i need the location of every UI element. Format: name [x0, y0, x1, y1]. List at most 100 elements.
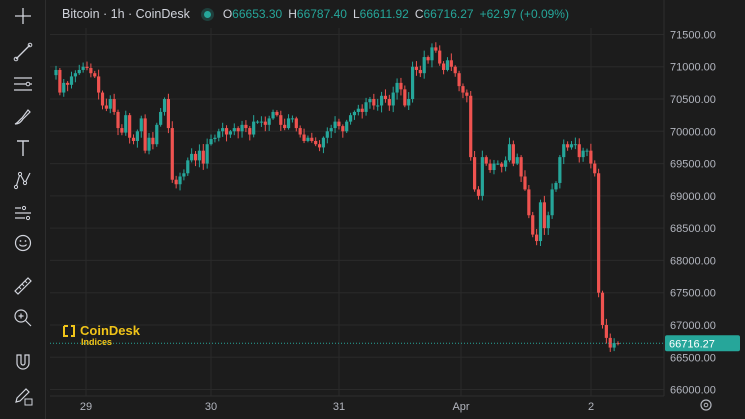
- close-label: C: [414, 7, 424, 21]
- candle-body: [379, 95, 384, 106]
- open-label: O: [222, 7, 233, 21]
- zoom-in-icon[interactable]: [8, 304, 38, 332]
- candle-body: [407, 99, 411, 106]
- candle-body: [69, 76, 74, 85]
- candle-body: [147, 137, 151, 151]
- candle-body: [201, 150, 205, 164]
- candle-body: [523, 176, 527, 190]
- candle-body: [395, 82, 399, 93]
- candle-body: [236, 128, 240, 132]
- candle-body: [476, 189, 481, 196]
- candle-body: [135, 131, 139, 141]
- candle-body: [325, 131, 329, 138]
- y-tick-label: 67000.00: [670, 320, 716, 332]
- candle-body: [441, 63, 446, 70]
- candle-body: [178, 176, 182, 185]
- candle-body: [527, 189, 531, 216]
- candle-body: [221, 128, 225, 132]
- candle-body: [104, 105, 108, 109]
- ruler-icon[interactable]: [8, 272, 38, 300]
- candle-body: [465, 92, 469, 96]
- trend-line-icon[interactable]: [8, 38, 38, 66]
- candle-body: [197, 150, 202, 161]
- candle-body: [302, 134, 306, 141]
- candle-body: [577, 144, 581, 158]
- crosshair-icon[interactable]: [8, 2, 38, 30]
- candle-body: [193, 153, 198, 161]
- x-tick-label: 29: [80, 401, 92, 413]
- candle-body: [422, 57, 426, 74]
- candle-body: [531, 215, 535, 235]
- chart-settings-icon[interactable]: [700, 399, 712, 411]
- candle-body: [298, 128, 302, 135]
- candle-body: [542, 202, 546, 229]
- candle-body: [488, 163, 492, 171]
- close-value: 66716.27: [423, 7, 474, 21]
- candle-body: [108, 99, 112, 109]
- candle-body: [170, 128, 174, 180]
- candle-body: [252, 121, 256, 135]
- candle-body: [259, 121, 264, 123]
- candle-body: [162, 99, 167, 112]
- candle-body: [267, 118, 271, 125]
- candle-body: [271, 111, 275, 119]
- y-tick-label: 68000.00: [670, 255, 716, 267]
- candle-body: [562, 144, 566, 158]
- candle-body: [348, 115, 353, 122]
- candle-body: [290, 118, 295, 120]
- high-label: H: [288, 7, 297, 21]
- candle-body: [356, 108, 360, 112]
- magnet-icon[interactable]: [8, 348, 38, 376]
- pattern-icon[interactable]: [8, 166, 38, 194]
- candle-body: [93, 73, 97, 77]
- price-chart[interactable]: 71500.00 71000.00 70500.00 70000.00 69500.00…: [46, 0, 745, 419]
- candle-body: [438, 50, 442, 64]
- candle-body: [190, 153, 194, 161]
- forecast-icon[interactable]: [8, 198, 38, 226]
- candle-body: [89, 68, 93, 74]
- candle-body: [151, 137, 155, 145]
- candle-body: [581, 150, 585, 158]
- horizontal-lines-icon[interactable]: [8, 70, 38, 98]
- candle-body: [294, 118, 298, 129]
- candle-body: [155, 124, 159, 145]
- candle-body: [314, 140, 318, 145]
- candle-body: [128, 115, 132, 138]
- candle-body: [182, 173, 186, 177]
- candle-body: [507, 144, 512, 161]
- candle-body: [333, 121, 337, 129]
- candle-body: [85, 66, 89, 69]
- candle-body: [472, 157, 477, 190]
- candle-body: [558, 157, 562, 183]
- text-icon[interactable]: [8, 134, 38, 162]
- candle-body: [368, 99, 372, 103]
- candle-body: [410, 66, 415, 100]
- candle-body: [97, 76, 101, 93]
- candle-body: [217, 131, 221, 138]
- candle-body: [77, 69, 81, 74]
- candle-body: [566, 144, 570, 148]
- pencil-lock-icon[interactable]: [8, 382, 38, 410]
- candle-body: [519, 157, 523, 177]
- brush-icon[interactable]: [8, 102, 38, 130]
- candle-body: [120, 128, 124, 133]
- candle-body: [244, 124, 248, 129]
- emoji-icon[interactable]: [8, 229, 38, 257]
- candle-body: [255, 121, 260, 123]
- candle-body: [484, 157, 488, 164]
- drawing-toolbar: [0, 0, 46, 419]
- candle-body: [283, 124, 287, 129]
- candle-body: [535, 234, 539, 242]
- candle-body: [112, 99, 116, 112]
- candle-body: [445, 60, 450, 70]
- x-tick-label: Apr: [452, 401, 469, 413]
- candle-body: [430, 47, 434, 61]
- low-value: 66611.92: [359, 7, 409, 21]
- candle-body: [279, 115, 283, 125]
- candle-body: [391, 92, 395, 106]
- candle-body: [585, 150, 589, 152]
- candle-body: [511, 144, 515, 164]
- candle-body: [317, 144, 322, 148]
- y-tick-label: 67500.00: [670, 288, 716, 300]
- y-tick-label: 69500.00: [670, 159, 716, 171]
